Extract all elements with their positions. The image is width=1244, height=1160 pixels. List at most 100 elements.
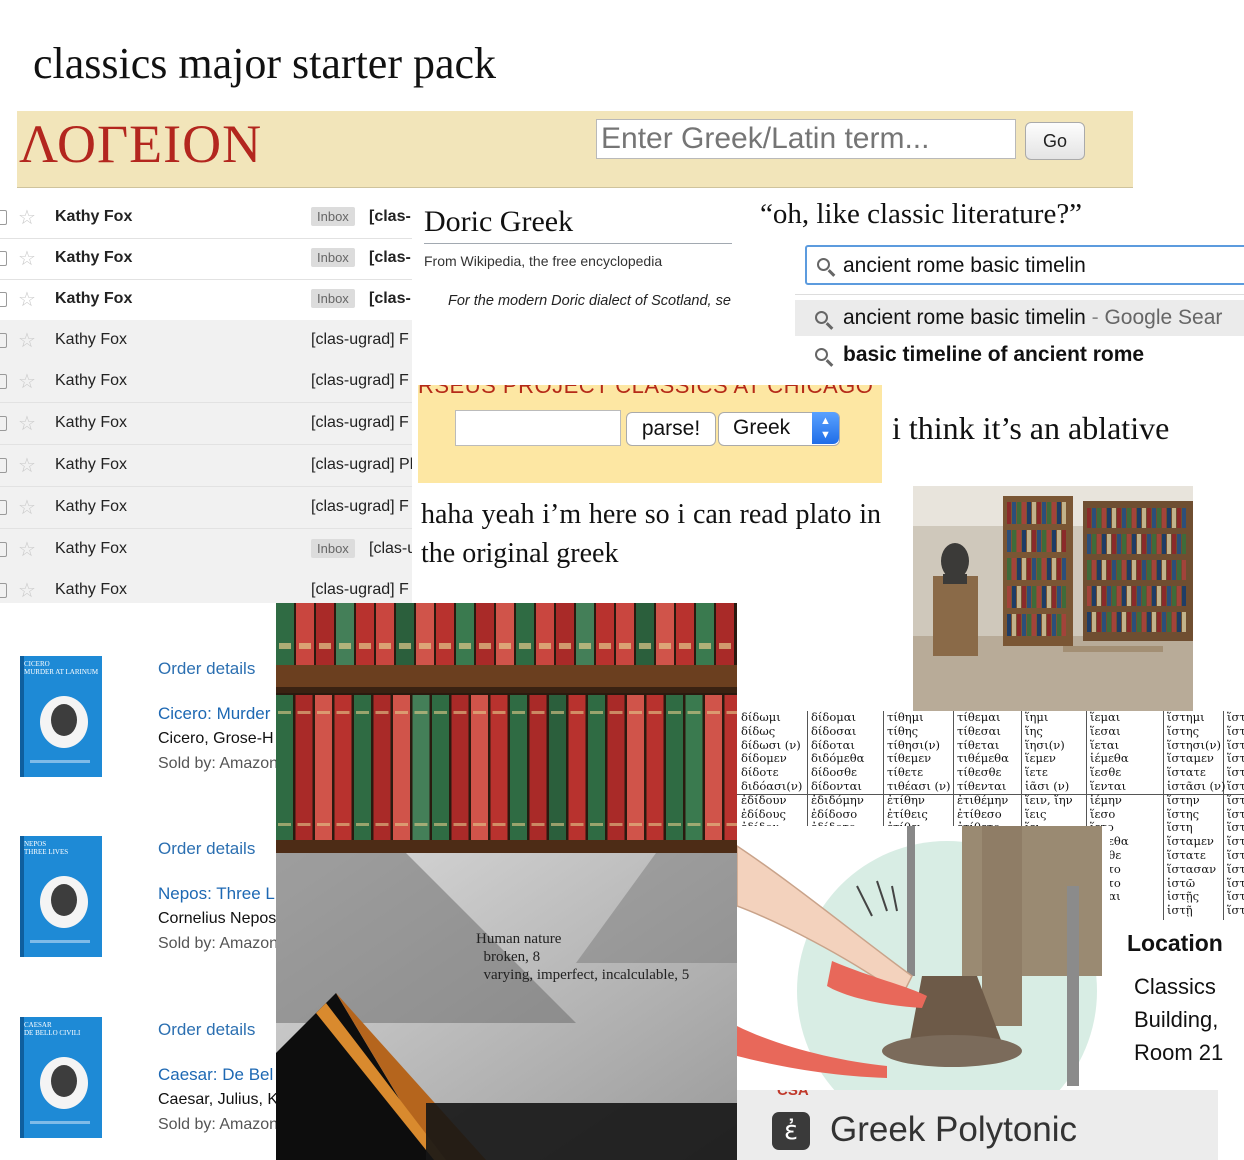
parse-button[interactable]: parse!	[626, 412, 716, 446]
checkbox[interactable]	[0, 500, 7, 515]
sold-by-text: Sold by: Amazon	[158, 755, 279, 772]
sold-by-text: Sold by: Amazon	[158, 1116, 279, 1133]
ablative-caption: i think it’s an ablative	[892, 410, 1170, 446]
book-cover[interactable]: CAESAR DE BELLO CIVILI	[20, 1017, 102, 1138]
logeion-logo[interactable]: ΛΟΓΕΙΟΝ	[19, 113, 262, 175]
email-row[interactable]: ☆ Kathy Fox [clas-ugrad] Pl	[0, 445, 412, 487]
library-photo	[913, 486, 1193, 712]
parse-input[interactable]	[455, 410, 621, 446]
email-subject: [clas-ugrad] F	[311, 414, 409, 431]
suggestion-1-dash: -	[1085, 306, 1105, 329]
checkbox[interactable]	[0, 542, 7, 557]
email-subject: [clas-ugrad] F	[311, 581, 409, 598]
email-sender: Kathy Fox	[55, 498, 128, 515]
inbox-label: Inbox	[311, 289, 355, 308]
email-row[interactable]: ☆ Kathy Fox [clas-ugrad] F	[0, 487, 412, 529]
search-box[interactable]: ancient rome basic timelin	[805, 245, 1244, 285]
book-cover-title: CICERO MURDER AT LARINUM	[24, 660, 99, 676]
email-row[interactable]: ☆ Kathy Fox [clas-ugrad] F	[0, 361, 412, 403]
star-icon[interactable]: ☆	[18, 205, 36, 230]
star-icon[interactable]: ☆	[18, 328, 36, 353]
star-icon[interactable]: ☆	[18, 537, 36, 562]
star-icon[interactable]: ☆	[18, 369, 36, 394]
language-select[interactable]: Greek ▲ ▼	[718, 412, 840, 446]
suggestion-1-text[interactable]: ancient rome basic timelin - Google Sear	[843, 306, 1222, 330]
star-icon[interactable]: ☆	[18, 287, 36, 312]
search-suggestion-2[interactable]: basic timeline of ancient rome	[843, 343, 1144, 367]
book-cover-title: CAESAR DE BELLO CIVILI	[24, 1021, 81, 1037]
paradigm-column: ἵστημι ἵστης ἵστησι(ν) ἵσταμεν ἵστατε ἱσ…	[1167, 711, 1226, 918]
book-cover[interactable]: CICERO MURDER AT LARINUM	[20, 656, 102, 777]
language-select-value: Greek	[733, 416, 791, 439]
checkbox[interactable]	[0, 416, 7, 431]
checkbox[interactable]	[0, 458, 7, 473]
checkbox[interactable]	[0, 333, 7, 348]
logeion-go-button[interactable]: Go	[1025, 122, 1085, 160]
checkbox[interactable]	[0, 292, 7, 307]
product-author: Cornelius Nepos	[158, 910, 277, 927]
email-row[interactable]: ☆ Kathy Fox [clas-ugrad] F	[0, 403, 412, 445]
email-sender: Kathy Fox	[55, 372, 128, 389]
email-row[interactable]: ☆ Kathy Fox Inbox [clas-u	[0, 529, 412, 571]
wiki-hatnote[interactable]: For the modern Doric dialect of Scotland…	[448, 293, 732, 309]
paradigm-column: δίδομαι δίδοσαι δίδοται διδόμεθα δίδοσθε…	[811, 711, 865, 834]
foot-stomp-illustration	[737, 826, 1110, 1090]
email-sender: Kathy Fox	[55, 414, 128, 431]
product-title-link[interactable]: Nepos: Three L	[158, 884, 280, 904]
logeion-search-input[interactable]	[596, 119, 1016, 159]
search-input[interactable]: ancient rome basic timelin	[843, 254, 1086, 278]
sold-by-text: Sold by: Amazon	[158, 935, 279, 952]
book-cover[interactable]: NEPOS THREE LIVES	[20, 836, 102, 957]
email-subject: [clas-ugrad] F	[311, 331, 409, 348]
star-icon[interactable]: ☆	[18, 495, 36, 520]
amazon-orders: CICERO MURDER AT LARINUM Order details Cic…	[0, 603, 280, 1160]
search-icon	[815, 348, 828, 361]
wiki-tagline: From Wikipedia, the free encyclopedia	[424, 253, 663, 269]
select-arrows-icon: ▲ ▼	[812, 412, 839, 444]
email-row[interactable]: ☆ Kathy Fox Inbox [clas-	[0, 197, 412, 239]
keyboard-layout-item[interactable]: CSA ἐ Greek Polytonic	[737, 1090, 1218, 1160]
email-subject: [clas-ugrad] F	[311, 498, 409, 515]
greek-keyboard-icon: ἐ	[772, 1112, 810, 1150]
star-icon[interactable]: ☆	[18, 578, 36, 603]
star-icon[interactable]: ☆	[18, 453, 36, 478]
checkbox[interactable]	[0, 583, 7, 598]
wiki-article-title: Doric Greek	[424, 205, 574, 238]
email-sender: Kathy Fox	[55, 456, 128, 473]
star-icon[interactable]: ☆	[18, 246, 36, 271]
order-details-link[interactable]: Order details	[158, 1020, 255, 1040]
email-inbox-list: ☆ Kathy Fox Inbox [clas- ☆ Kathy Fox Inbox [cla…	[0, 197, 412, 603]
order-details-link[interactable]: Order details	[158, 659, 255, 679]
order-details-link[interactable]: Order details	[158, 839, 255, 859]
product-title-link[interactable]: Caesar: De Bel	[158, 1065, 280, 1085]
product-author: Caesar, Julius, K	[158, 1091, 279, 1108]
star-icon[interactable]: ☆	[18, 411, 36, 436]
inbox-label: Inbox	[311, 248, 355, 267]
product-author: Cicero, Grose-H	[158, 730, 274, 747]
email-subject: [clas-	[369, 290, 411, 307]
chevron-down-icon: ▼	[820, 429, 831, 441]
email-subject: [clas-ugrad] Pl	[311, 456, 412, 473]
page-title: classics major starter pack	[33, 39, 497, 88]
search-divider	[795, 294, 1244, 295]
email-row[interactable]: ☆ Kathy Fox Inbox [clas-	[0, 238, 412, 280]
table-column-divider	[1163, 711, 1164, 931]
suggestion-1-source: Google Sear	[1104, 306, 1223, 329]
checkbox[interactable]	[0, 251, 7, 266]
product-title-link[interactable]: Cicero: Murder	[158, 704, 280, 724]
email-subject: [clas-	[369, 249, 411, 266]
inbox-label: Inbox	[311, 207, 355, 226]
email-row[interactable]: ☆ Kathy Fox [clas-ugrad] F	[0, 570, 412, 603]
email-row[interactable]: ☆ Kathy Fox [clas-ugrad] F	[0, 320, 412, 362]
email-row[interactable]: ☆ Kathy Fox Inbox [clas-	[0, 279, 412, 321]
checkbox[interactable]	[0, 374, 7, 389]
checkbox[interactable]	[0, 210, 7, 225]
perseus-header: RSEUS PROJECT CLASSICS AT CHICAGO	[418, 385, 874, 398]
wiki-title-rule	[424, 243, 732, 244]
email-sender: Kathy Fox	[55, 581, 128, 598]
paradigm-column: τίθεμαι τίθεσαι τίθεται τιθέμεθα τίθεσθε…	[957, 711, 1009, 834]
email-sender: Kathy Fox	[55, 331, 128, 348]
perseus-parser: RSEUS PROJECT CLASSICS AT CHICAGO parse!…	[418, 385, 882, 483]
logeion-header: ΛΟΓΕΙΟΝ Go	[17, 111, 1133, 188]
email-subject: [clas-	[369, 208, 411, 225]
